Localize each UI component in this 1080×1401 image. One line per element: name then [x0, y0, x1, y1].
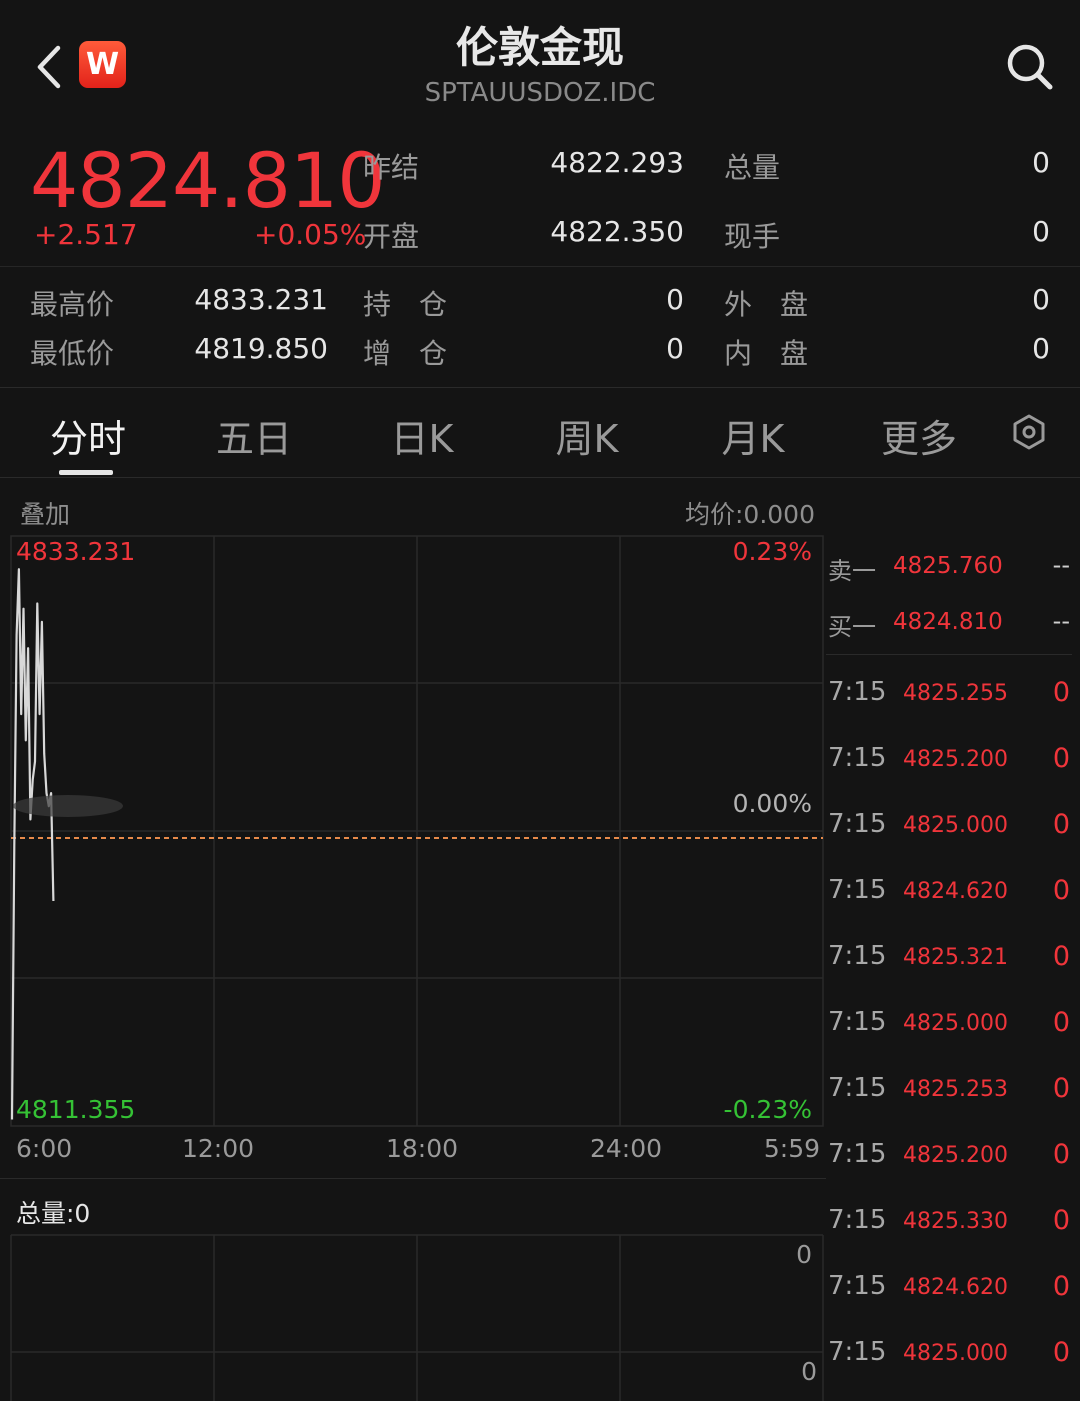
volume-axis-top-label: 0	[796, 1240, 812, 1269]
trade-volume: 0	[1052, 1205, 1070, 1236]
open-value: 4822.350	[550, 215, 684, 248]
x-axis-tick: 12:00	[182, 1134, 255, 1163]
trade-time: 7:15	[828, 743, 887, 773]
trade-time: 7:15	[828, 941, 887, 971]
prev-settle-label: 昨结	[363, 151, 420, 184]
tab-intraday[interactable]: 分时	[13, 408, 163, 463]
trade-time: 7:15	[828, 1205, 887, 1235]
trade-time: 7:15	[828, 1271, 887, 1301]
instrument-code: SPTAUUSDOZ.IDC	[424, 78, 656, 108]
trade-price: 4825.200	[903, 747, 1008, 772]
trade-volume: 0	[1052, 1139, 1070, 1170]
chart-settings-icon[interactable]	[1010, 413, 1048, 451]
x-axis-tick: 6:00	[16, 1134, 73, 1163]
trade-volume: 0	[1052, 875, 1070, 906]
trade-price: 4825.200	[903, 1143, 1008, 1168]
open-interest-value: 0	[666, 283, 684, 316]
trade-price: 4825.000	[903, 1011, 1008, 1036]
total-volume-value: 0	[1032, 146, 1050, 179]
chart-grid	[10, 535, 824, 1127]
divider	[0, 266, 1080, 267]
prev-settle-value: 4822.293	[550, 146, 684, 179]
trade-panel: 卖一 4825.760 -- 买一 4824.810 -- 7:15 4825.2…	[826, 530, 1080, 1401]
trade-time: 7:15	[828, 1007, 887, 1037]
trade-price: 4824.620	[903, 879, 1008, 904]
trade-volume: 0	[1052, 677, 1070, 708]
trade-time: 7:15	[828, 1073, 887, 1103]
price-change: +2.517	[34, 218, 138, 251]
divider	[0, 1178, 826, 1179]
pct-axis-min-label: -0.23%	[723, 1095, 812, 1124]
trade-time: 7:15	[828, 1337, 887, 1367]
trade-time: 7:15	[828, 875, 887, 905]
volume-chart	[10, 1234, 824, 1401]
tab-more[interactable]: 更多	[844, 408, 994, 463]
high-value: 4833.231	[194, 283, 328, 316]
trade-time: 7:15	[828, 809, 887, 839]
trade-price: 4825.255	[903, 681, 1008, 706]
volume-total-label: 总量:0	[16, 1199, 91, 1228]
low-value: 4819.850	[194, 332, 328, 365]
back-arrow-icon[interactable]	[30, 42, 70, 92]
pct-axis-max-label: 0.23%	[732, 537, 812, 566]
inner-volume-value: 0	[1032, 332, 1050, 365]
trade-volume: 0	[1052, 743, 1070, 774]
trade-list: 7:15 4825.255 0 7:15 4825.200 0 7:15 4825.000 0 7…	[826, 530, 1080, 1401]
active-tab-indicator	[59, 470, 113, 475]
trade-price: 4824.620	[903, 1275, 1008, 1300]
trade-price: 4825.000	[903, 1341, 1008, 1366]
current-hand-label: 现手	[724, 220, 781, 253]
price-series-line	[10, 568, 55, 1120]
last-price: 4824.810	[30, 136, 386, 225]
trade-price: 4825.253	[903, 1077, 1008, 1102]
app-logo-icon[interactable]: W	[79, 41, 126, 88]
current-hand-value: 0	[1032, 215, 1050, 248]
divider	[0, 387, 1080, 388]
pct-axis-mid-label: 0.00%	[732, 789, 812, 818]
search-icon[interactable]	[1003, 40, 1055, 92]
trade-price: 4825.330	[903, 1209, 1008, 1234]
y-axis-max-label: 4833.231	[16, 537, 136, 566]
x-axis-tick: 24:00	[590, 1134, 663, 1163]
inner-volume-label: 内 盘	[724, 337, 809, 370]
trade-volume: 0	[1052, 809, 1070, 840]
trade-volume: 0	[1052, 1271, 1070, 1302]
tab-five-day[interactable]: 五日	[179, 408, 329, 463]
open-label: 开盘	[363, 220, 420, 253]
total-volume-label: 总量	[724, 151, 781, 184]
y-axis-min-label: 4811.355	[16, 1095, 136, 1124]
intraday-chart[interactable]	[0, 530, 826, 1150]
trade-volume: 0	[1052, 1073, 1070, 1104]
trade-time: 7:15	[828, 1139, 887, 1169]
trade-price: 4825.321	[903, 945, 1008, 970]
x-axis-tick: 18:00	[386, 1134, 459, 1163]
page-title: 伦敦金现	[455, 23, 624, 72]
trade-price: 4825.000	[903, 813, 1008, 838]
trade-volume: 0	[1052, 941, 1070, 972]
tab-monthly-k[interactable]: 月K	[678, 408, 828, 463]
x-axis-tick: 5:59	[763, 1134, 820, 1163]
open-interest-label: 持 仓	[363, 288, 448, 321]
tab-weekly-k[interactable]: 周K	[512, 408, 662, 463]
low-label: 最低价	[30, 337, 115, 370]
tab-daily-k[interactable]: 日K	[347, 408, 497, 463]
price-change-percent: +0.05%	[254, 218, 367, 251]
blurred-avg-line	[13, 795, 123, 817]
outer-volume-label: 外 盘	[724, 288, 809, 321]
trade-time: 7:15	[828, 677, 887, 707]
divider	[0, 477, 1080, 478]
interest-change-value: 0	[666, 332, 684, 365]
volume-axis-bottom-label: 0	[801, 1357, 817, 1386]
high-label: 最高价	[30, 288, 115, 321]
trade-volume: 0	[1052, 1337, 1070, 1368]
outer-volume-value: 0	[1032, 283, 1050, 316]
interest-change-label: 增 仓	[363, 337, 448, 370]
trade-volume: 0	[1052, 1007, 1070, 1038]
avg-price-label: 均价:0.000	[685, 500, 815, 529]
overlay-button[interactable]: 叠加	[20, 495, 70, 531]
